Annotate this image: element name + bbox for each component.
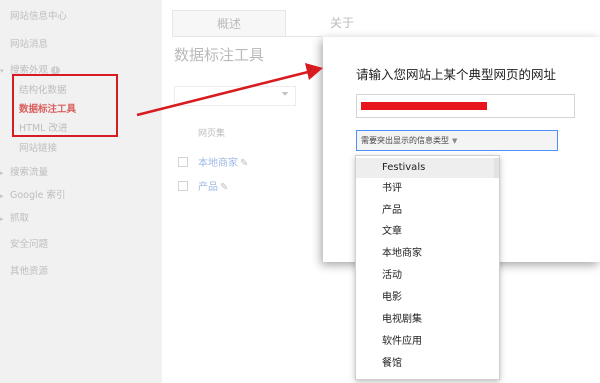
annotation-arrow [136,63,323,117]
